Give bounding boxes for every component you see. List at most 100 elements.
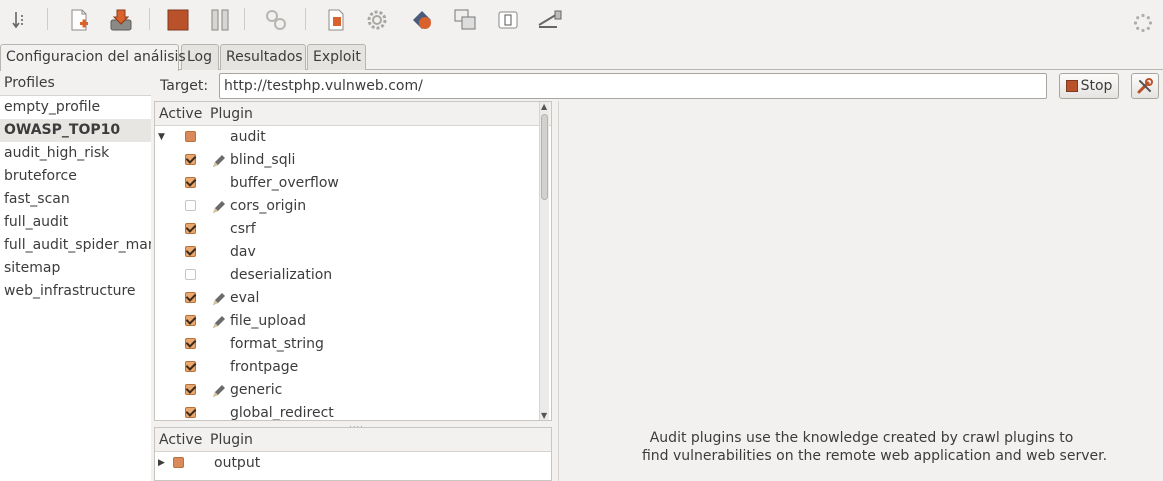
tab-log[interactable]: Log [181, 44, 219, 70]
plugin-checkbox[interactable] [185, 292, 196, 303]
plugin-checkbox[interactable] [185, 131, 196, 142]
plugin-checkbox[interactable] [185, 223, 196, 234]
scroll-down-icon[interactable]: ▼ [541, 411, 547, 420]
vertical-scrollbar[interactable]: ▲ ▼ [539, 102, 549, 420]
plugin-checkbox[interactable] [185, 361, 196, 372]
arrow-down-icon[interactable] [6, 6, 34, 34]
output-plugin-tree: Active Plugin ▶ output [154, 427, 552, 481]
tree-row-plugin[interactable]: deserialization [155, 264, 551, 287]
plugin-name: output [214, 455, 261, 471]
exploit-icon[interactable] [408, 6, 436, 34]
tree-row-plugin[interactable]: file_upload [155, 310, 551, 333]
profile-audit-high-risk[interactable]: audit_high_risk [0, 142, 151, 165]
plugin-description: Audit plugins use the knowledge created … [559, 429, 1163, 465]
plugin-checkbox[interactable] [185, 246, 196, 257]
tree-row-plugin[interactable]: dav [155, 241, 551, 264]
tree-row-plugin[interactable]: format_string [155, 333, 551, 356]
new-profile-icon[interactable] [65, 6, 93, 34]
plugin-checkbox[interactable] [185, 407, 196, 418]
tree-row-plugin[interactable]: blind_sqli [155, 149, 551, 172]
audit-plugin-tree: Active Plugin ▼ audit blind_sqli buffer_o… [154, 101, 552, 421]
plugin-name: format_string [230, 336, 324, 352]
profile-sitemap[interactable]: sitemap [0, 257, 151, 280]
profile-empty-profile[interactable]: empty_profile [0, 96, 151, 119]
tree-row-plugin[interactable]: frontpage [155, 356, 551, 379]
expand-arrow-icon[interactable]: ▶ [158, 458, 165, 468]
profile-fast-scan[interactable]: fast_scan [0, 188, 151, 211]
plugin-name: csrf [230, 221, 256, 237]
expand-arrow-icon[interactable]: ▼ [158, 132, 165, 142]
profile-owasp-top10[interactable]: OWASP_TOP10 [0, 119, 151, 142]
column-plugin[interactable]: Plugin [210, 105, 253, 123]
stop-button-label: Stop [1080, 78, 1113, 94]
target-input[interactable]: http://testphp.vulnweb.com/ [219, 73, 1047, 99]
plugin-name: file_upload [230, 313, 307, 329]
tree-row-plugin[interactable]: generic [155, 379, 551, 402]
plugin-checkbox[interactable] [185, 154, 196, 165]
tree-row-plugin[interactable]: csrf [155, 218, 551, 241]
loading-spinner-icon [1133, 13, 1153, 33]
description-line-1: Audit plugins use the knowledge created … [649, 430, 1074, 446]
plugin-name: deserialization [230, 267, 333, 283]
column-plugin[interactable]: Plugin [210, 431, 253, 449]
plugin-checkbox[interactable] [185, 315, 196, 326]
plugin-checkbox[interactable] [185, 338, 196, 349]
description-line-2: find vulnerabilities on the remote web a… [641, 448, 1108, 464]
scrollbar-thumb[interactable] [541, 114, 548, 200]
target-label: Target: [160, 78, 209, 94]
edit-pencil-icon[interactable] [211, 153, 227, 169]
plugin-name: eval [230, 290, 260, 306]
tree-row-plugin[interactable]: eval [155, 287, 551, 310]
column-active[interactable]: Active [159, 431, 202, 449]
edit-pencil-icon[interactable] [211, 291, 227, 307]
pause-icon[interactable] [206, 6, 234, 34]
scroll-up-icon[interactable]: ▲ [541, 102, 547, 111]
save-profile-icon[interactable] [107, 6, 135, 34]
plugin-name: blind_sqli [230, 152, 296, 168]
plugin-tree-header: Active Plugin [155, 102, 551, 126]
stop-icon [1065, 80, 1078, 92]
plugin-name: cors_origin [230, 198, 307, 214]
plugin-name: global_redirect [230, 405, 334, 421]
plugin-name: buffer_overflow [230, 175, 339, 191]
edit-pencil-icon[interactable] [211, 314, 227, 330]
wrench-icon [1137, 78, 1153, 94]
tab-bar: Configuracion del análisis Log Resultado… [0, 40, 1163, 71]
plugin-name: audit [230, 129, 266, 145]
tree-row-plugin[interactable]: buffer_overflow [155, 172, 551, 195]
plugin-checkbox[interactable] [185, 269, 196, 280]
settings-gear-icon[interactable] [363, 6, 391, 34]
column-active[interactable]: Active [159, 105, 202, 123]
tab-resultados[interactable]: Resultados [220, 44, 306, 70]
plugin-checkbox[interactable] [185, 177, 196, 188]
tree-row-audit[interactable]: ▼ audit [155, 126, 551, 149]
plugin-checkbox[interactable] [173, 457, 184, 468]
profiles-header[interactable]: Profiles [0, 71, 151, 96]
stop-icon[interactable] [164, 6, 192, 34]
scan-gear-icon[interactable] [262, 6, 290, 34]
stop-button[interactable]: Stop [1059, 73, 1119, 99]
counter-icon[interactable] [494, 6, 522, 34]
tree-row-plugin[interactable]: global_redirect [155, 402, 551, 421]
open-icon[interactable] [322, 6, 350, 34]
profile-full-audit[interactable]: full_audit [0, 211, 151, 234]
edit-pencil-icon[interactable] [211, 199, 227, 215]
windows-icon[interactable] [451, 6, 479, 34]
tools-button[interactable] [1131, 73, 1159, 99]
plugin-checkbox[interactable] [185, 200, 196, 211]
tree-row-output[interactable]: ▶ output [155, 452, 551, 475]
tab-configuracion[interactable]: Configuracion del análisis [0, 44, 186, 71]
tab-exploit[interactable]: Exploit [307, 44, 366, 70]
profile-web-infrastructure[interactable]: web_infrastructure [0, 280, 151, 303]
plugin-description-pane: Audit plugins use the knowledge created … [558, 101, 1163, 481]
profile-bruteforce[interactable]: bruteforce [0, 165, 151, 188]
plugin-name: frontpage [230, 359, 299, 375]
proxy-icon[interactable] [536, 6, 564, 34]
plugin-checkbox[interactable] [185, 384, 196, 395]
tree-row-plugin[interactable]: cors_origin [155, 195, 551, 218]
profile-full-audit-spider-man[interactable]: full_audit_spider_man [0, 234, 151, 257]
edit-pencil-icon[interactable] [211, 383, 227, 399]
plugin-name: generic [230, 382, 283, 398]
plugin-name: dav [230, 244, 256, 260]
output-tree-header: Active Plugin [155, 428, 551, 452]
